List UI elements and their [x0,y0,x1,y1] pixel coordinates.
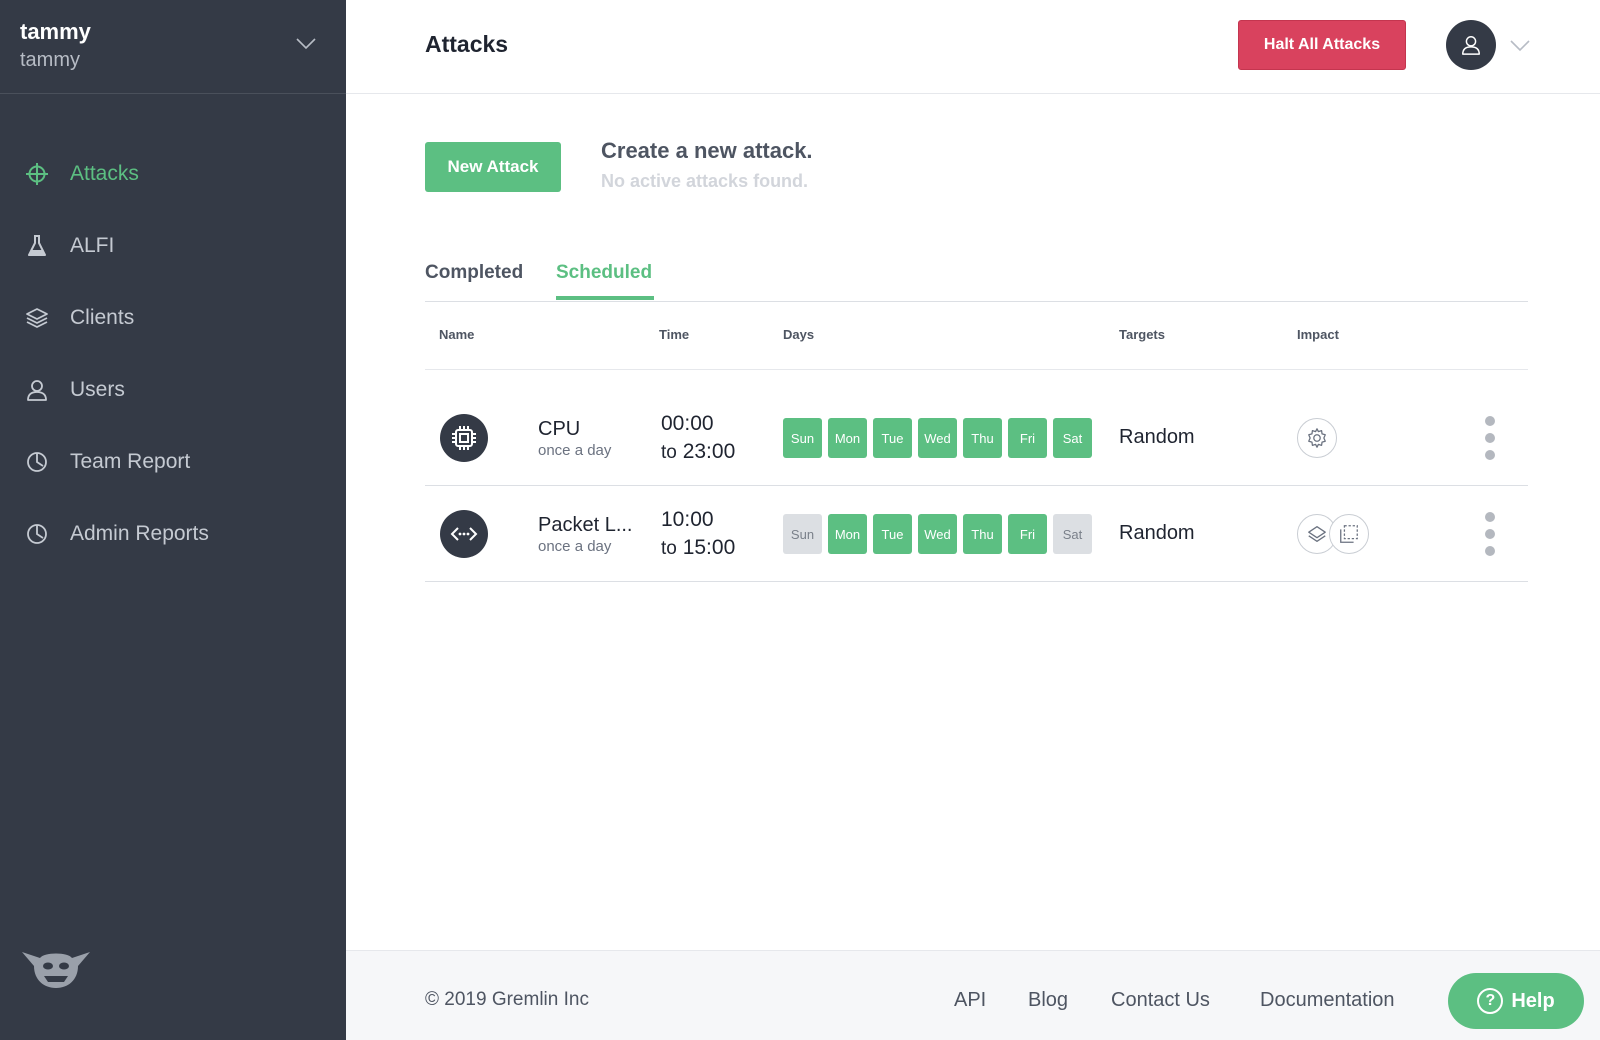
sidebar-item-team-report[interactable]: Team Report [0,426,346,498]
time-to-word: to [661,442,677,463]
network-arrows-icon [440,510,488,558]
time-end-value: 23:00 [682,440,736,463]
pie-chart-icon [24,449,50,475]
cta-title: Create a new attack. [601,138,813,163]
user-icon [1462,36,1480,55]
column-header-time: Time [659,327,690,342]
column-header-name: Name [439,327,475,342]
days-list: Sun Mon Tue Wed Thu Fri Sat [783,514,1092,554]
row-menu-button[interactable] [1483,512,1497,556]
sidebar-item-label: Admin Reports [70,522,209,545]
sidebar-item-attacks[interactable]: Attacks [0,138,346,210]
sidebar: tammy tammy Attacks ALFI Clients Users T… [0,0,346,1040]
help-label: Help [1511,989,1555,1012]
page-title: Attacks [425,31,509,57]
sidebar-item-label: Attacks [70,162,139,185]
chevron-down-icon[interactable] [296,38,316,50]
day-chip: Fri [1008,418,1047,458]
gear-icon [1297,418,1337,458]
users-icon [24,377,50,403]
day-chip: Thu [963,514,1002,554]
day-chip: Tue [873,514,912,554]
day-chip: Thu [963,418,1002,458]
account-org-name: tammy [20,49,80,71]
table-header: Name Time Days Targets Impact [425,302,1528,370]
table-row[interactable]: Packet L... once a day 10:00 to 15:00 Su… [425,486,1528,582]
column-header-targets: Targets [1119,327,1165,342]
day-chip: Mon [828,418,867,458]
copyright-text: © 2019 Gremlin Inc [425,989,589,1010]
row-menu-button[interactable] [1483,416,1497,460]
gremlin-logo-icon [22,952,90,988]
footer-link-api[interactable]: API [954,989,986,1012]
footer-link-blog[interactable]: Blog [1028,989,1068,1012]
halt-all-attacks-button[interactable]: Halt All Attacks [1238,20,1406,70]
cta-subtitle: No active attacks found. [601,171,809,191]
footer: © 2019 Gremlin Inc API Blog Contact Us D… [346,950,1600,1040]
sidebar-item-label: Users [70,378,125,401]
day-chip: Sat [1053,418,1092,458]
footer-link-contact-us[interactable]: Contact Us [1111,989,1210,1012]
sidebar-item-admin-reports[interactable]: Admin Reports [0,498,346,570]
chevron-down-icon[interactable] [1510,40,1530,52]
sidebar-nav: Attacks ALFI Clients Users Team Report A… [0,94,346,570]
question-icon: ? [1477,988,1504,1014]
impact-icons [1297,514,1369,554]
time-start: 00:00 [661,412,714,435]
sidebar-item-clients[interactable]: Clients [0,282,346,354]
day-chip: Fri [1008,514,1047,554]
time-to-word: to [661,538,677,559]
time-end: to 15:00 [661,536,735,560]
container-icon [1329,514,1369,554]
layers-icon [24,305,50,331]
help-button[interactable]: ? Help [1448,973,1584,1029]
day-chip: Wed [918,514,957,554]
time-end: to 23:00 [661,440,735,464]
attack-name: Packet L... [538,514,633,536]
attack-tabs: Completed Scheduled [425,256,1528,302]
attack-frequency: once a day [538,538,612,555]
sidebar-item-label: Clients [70,306,135,329]
crosshair-icon [24,161,50,187]
tab-scheduled[interactable]: Scheduled [556,262,654,300]
attack-target: Random [1119,426,1195,448]
column-header-days: Days [783,327,815,342]
sidebar-item-alfi[interactable]: ALFI [0,210,346,282]
top-header: Attacks Halt All Attacks [346,0,1600,94]
day-chip: Tue [873,418,912,458]
day-chip: Sat [1053,514,1092,554]
day-chip: Mon [828,514,867,554]
attack-name: CPU [538,418,581,440]
days-list: Sun Mon Tue Wed Thu Fri Sat [783,418,1092,458]
sidebar-item-users[interactable]: Users [0,354,346,426]
tab-completed[interactable]: Completed [425,262,523,296]
attack-frequency: once a day [538,442,612,459]
time-start: 10:00 [661,508,714,531]
column-header-impact: Impact [1297,327,1339,342]
cpu-chip-icon [440,414,488,462]
footer-link-documentation[interactable]: Documentation [1260,989,1395,1012]
attack-target: Random [1119,522,1195,544]
time-end-value: 15:00 [682,536,736,559]
pie-chart-icon [24,521,50,547]
day-chip: Wed [918,418,957,458]
avatar[interactable] [1446,20,1496,70]
impact-icons [1297,418,1337,458]
day-chip: Sun [783,514,822,554]
table-row[interactable]: CPU once a day 00:00 to 23:00 Sun Mon Tu… [425,390,1528,486]
account-switcher[interactable]: tammy tammy [0,0,346,94]
day-chip: Sun [783,418,822,458]
flask-icon [24,233,50,259]
new-attack-button[interactable]: New Attack [425,142,561,192]
sidebar-item-label: ALFI [70,234,115,257]
sidebar-item-label: Team Report [70,450,191,473]
account-user-name: tammy [20,19,91,44]
